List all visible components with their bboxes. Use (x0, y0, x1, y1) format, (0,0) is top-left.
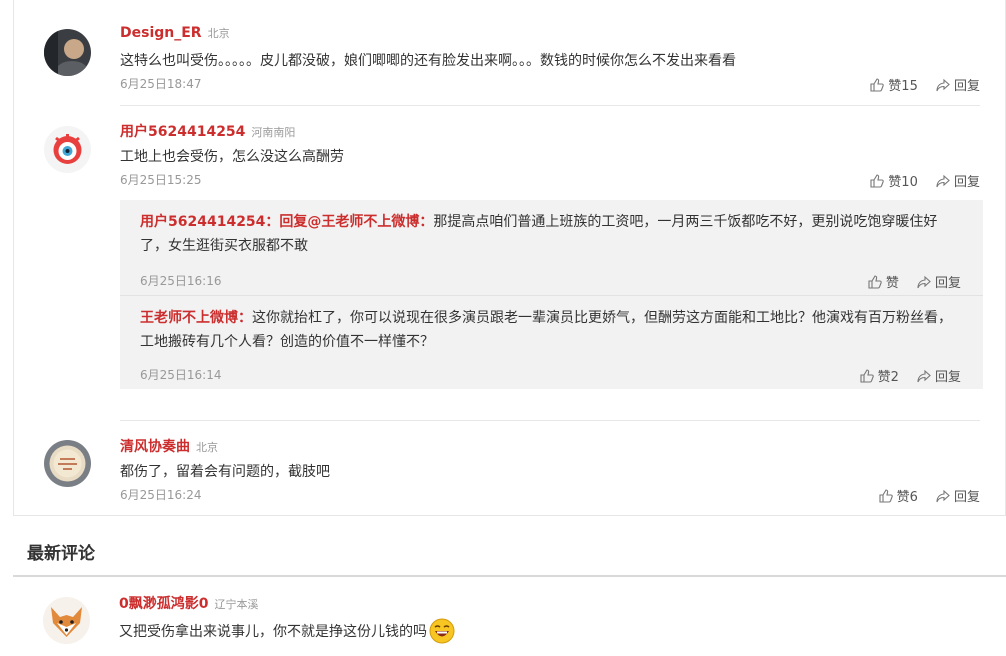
reply-button[interactable]: 回复 (936, 75, 980, 94)
reply-arrow-icon (917, 275, 931, 288)
reply-button[interactable]: 回复 (936, 171, 980, 190)
reply-actions: 赞2 回复 (846, 366, 961, 387)
reply-label: 回复 (953, 79, 980, 94)
reply-button[interactable]: 回复 (917, 366, 961, 385)
reply-arrow-icon (936, 78, 950, 91)
reply-label: 回复 (934, 276, 961, 291)
like-button[interactable]: 赞6 (879, 486, 918, 505)
thumb-up-icon (870, 173, 885, 188)
location-label: 辽宁本溪 (214, 598, 259, 611)
reply-arrow-icon (936, 489, 950, 502)
location-label: 北京 (207, 27, 230, 40)
thumb-up-icon (868, 274, 882, 289)
comment-text: 都伤了，留着会有问题的，截肢吧 (120, 464, 330, 480)
reply-colon: ： (238, 310, 252, 326)
reply-time: 6月25日16:16 (140, 274, 222, 288)
comment-time: 6月25日18:47 (120, 77, 202, 91)
comment-time: 6月25日15:25 (120, 173, 202, 187)
reply-arrow-icon (917, 369, 931, 382)
reply-button[interactable]: 回复 (936, 486, 980, 505)
like-button[interactable]: 赞 (868, 272, 899, 291)
like-button[interactable]: 赞15 (870, 75, 918, 94)
nested-reply: 王老师不上微博：这你就抬杠了，你可以说现在很多演员跟老一辈演员比更娇气，但酬劳这… (140, 306, 963, 386)
reply-username[interactable]: 用户5624414254 (140, 214, 265, 230)
nested-reply-text: 用户5624414254：回复@王老师不上微博：那提高点咱们普通上班族的工资吧，… (140, 210, 963, 258)
reply-label: 回复 (953, 490, 980, 505)
like-count: 赞6 (896, 490, 918, 505)
comment-body: 又把受伤拿出来说事儿，你不就是挣这份儿钱的吗 (119, 624, 427, 640)
like-button[interactable]: 赞2 (860, 366, 899, 385)
nested-reply-text: 王老师不上微博：这你就抬杠了，你可以说现在很多演员跟老一辈演员比更娇气，但酬劳这… (140, 306, 963, 354)
thumb-up-icon (860, 368, 874, 383)
like-count: 赞 (885, 276, 899, 291)
reply-time: 6月25日16:14 (140, 368, 222, 382)
location-label: 北京 (196, 441, 218, 454)
username-text[interactable]: Design_ER (120, 25, 202, 41)
like-count: 赞15 (888, 79, 918, 94)
username[interactable]: Design_ER 北京 (120, 25, 230, 41)
laughing-emoji-icon (429, 618, 455, 644)
avatar[interactable] (44, 440, 91, 487)
comment-time: 6月25日16:24 (120, 488, 202, 502)
username-text[interactable]: 清风协奏曲 (120, 439, 190, 455)
reply-label: 回复 (934, 370, 961, 385)
username[interactable]: 清风协奏曲 北京 (120, 436, 218, 456)
reply-label: 回复 (953, 175, 980, 190)
location-label: 河南南阳 (251, 126, 296, 139)
comment-divider (120, 420, 980, 421)
reply-actions: 赞 回复 (854, 272, 961, 293)
section-divider (13, 575, 1006, 577)
reply-body: 这你就抬杠了，你可以说现在很多演员跟老一辈演员比更娇气，但酬劳这方面能和工地比？… (140, 310, 952, 350)
comment-text: 这特么也叫受伤。。。。。皮儿都没破，娘们唧唧的还有脸发出来啊。。。数钱的时候你怎… (120, 53, 736, 69)
comment-text: 工地上也会受伤，怎么没这么高酬劳 (120, 149, 344, 165)
nested-reply: 用户5624414254：回复@王老师不上微博：那提高点咱们普通上班族的工资吧，… (140, 210, 963, 293)
comment-actions: 赞15 回复 (856, 75, 980, 96)
thumb-up-icon (870, 77, 885, 92)
reply-mid-text: ：回复 (265, 214, 308, 230)
comment-text: 又把受伤拿出来说事儿，你不就是挣这份儿钱的吗 (119, 618, 455, 644)
like-count: 赞10 (888, 175, 918, 190)
comment-actions: 赞6 回复 (865, 486, 980, 507)
like-count: 赞2 (877, 370, 899, 385)
reply-button[interactable]: 回复 (917, 272, 961, 291)
section-title-latest: 最新评论 (27, 544, 95, 564)
nested-replies: 用户5624414254：回复@王老师不上微博：那提高点咱们普通上班族的工资吧，… (120, 200, 983, 389)
like-button[interactable]: 赞10 (870, 171, 918, 190)
avatar[interactable] (43, 597, 90, 644)
avatar[interactable] (44, 126, 91, 173)
thumb-up-icon (879, 488, 893, 503)
avatar[interactable] (44, 29, 91, 76)
comment-divider (120, 105, 980, 106)
hot-comments-panel: Design_ER 北京 这特么也叫受伤。。。。。皮儿都没破，娘们唧唧的还有脸发出… (13, 0, 1006, 516)
username[interactable]: 用户5624414254 河南南阳 (120, 121, 295, 141)
reply-divider (120, 295, 983, 296)
username[interactable]: 0飘渺孤鸿影0 辽宁本溪 (119, 593, 258, 613)
reply-arrow-icon (936, 174, 950, 187)
reply-colon: ： (419, 214, 434, 230)
username-text[interactable]: 0飘渺孤鸿影0 (119, 596, 208, 612)
reply-username[interactable]: 王老师不上微博 (140, 310, 238, 326)
comment-actions: 赞10 回复 (856, 171, 980, 192)
username-text[interactable]: 用户5624414254 (120, 124, 245, 140)
reply-mention[interactable]: @王老师不上微博 (307, 214, 419, 230)
